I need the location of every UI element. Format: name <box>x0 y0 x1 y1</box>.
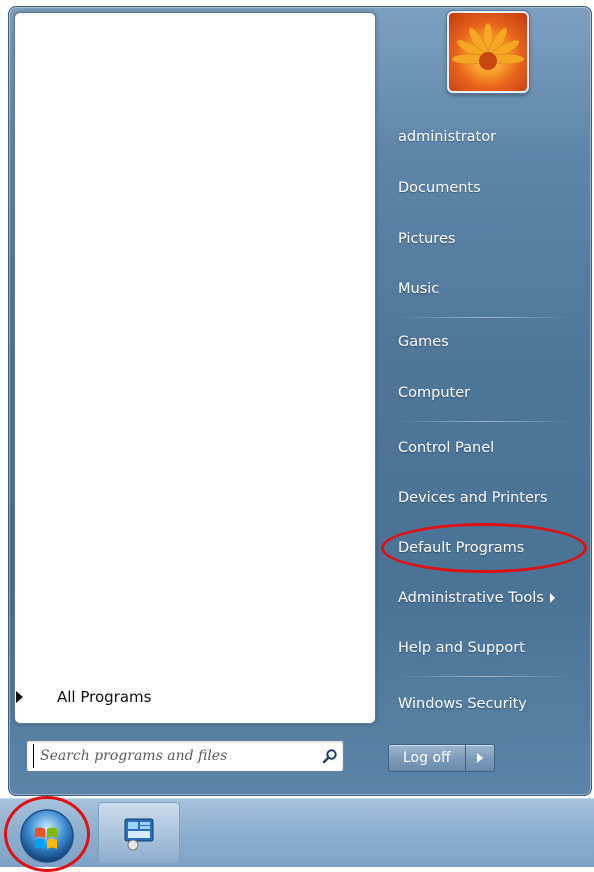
menu-item-documents[interactable]: Documents <box>386 168 582 208</box>
start-button[interactable] <box>16 808 78 864</box>
menu-item-label: Music <box>398 281 440 297</box>
submenu-arrow-icon <box>549 593 555 603</box>
separator <box>396 421 574 422</box>
menu-item-default-programs[interactable]: Default Programs <box>386 528 582 568</box>
chevron-right-icon <box>476 753 483 763</box>
menu-item-administrative-tools[interactable]: Administrative Tools <box>386 578 582 618</box>
expand-arrow-icon <box>16 691 23 703</box>
taskbar-app-button[interactable] <box>98 802 180 864</box>
user-avatar[interactable] <box>447 11 529 93</box>
menu-item-label: Pictures <box>398 231 456 247</box>
menu-item-help-and-support[interactable]: Help and Support <box>386 628 582 668</box>
user-name: administrator <box>398 129 497 145</box>
all-programs-button[interactable]: All Programs <box>16 682 336 712</box>
user-name-link[interactable]: administrator <box>386 117 582 157</box>
search-icon[interactable] <box>317 743 343 769</box>
programs-pane <box>14 12 376 724</box>
control-panel-icon <box>124 818 154 851</box>
menu-item-label: Games <box>398 334 449 350</box>
menu-item-label: Control Panel <box>398 440 495 456</box>
shutdown-options-button[interactable] <box>465 744 495 772</box>
menu-item-label: Default Programs <box>398 540 525 556</box>
shutdown-controls: Log off <box>388 744 495 772</box>
menu-item-label: Documents <box>398 180 481 196</box>
menu-item-games[interactable]: Games <box>386 322 582 362</box>
menu-item-label: Windows Security <box>398 696 527 712</box>
menu-item-computer[interactable]: Computer <box>386 373 582 413</box>
windows-logo-icon <box>20 809 74 863</box>
menu-item-label: Administrative Tools <box>398 590 544 606</box>
search-input[interactable] <box>33 744 317 768</box>
menu-item-label: Help and Support <box>398 640 525 656</box>
all-programs-label: All Programs <box>57 688 152 706</box>
search-box[interactable] <box>26 740 344 772</box>
separator <box>396 317 574 318</box>
menu-item-pictures[interactable]: Pictures <box>386 219 582 259</box>
menu-item-control-panel[interactable]: Control Panel <box>386 428 582 468</box>
menu-item-music[interactable]: Music <box>386 269 582 309</box>
menu-item-devices-and-printers[interactable]: Devices and Printers <box>386 478 582 518</box>
log-off-button[interactable]: Log off <box>388 744 466 772</box>
separator <box>396 676 574 677</box>
menu-item-label: Computer <box>398 385 471 401</box>
menu-item-label: Devices and Printers <box>398 490 548 506</box>
menu-item-windows-security[interactable]: Windows Security <box>386 684 582 724</box>
